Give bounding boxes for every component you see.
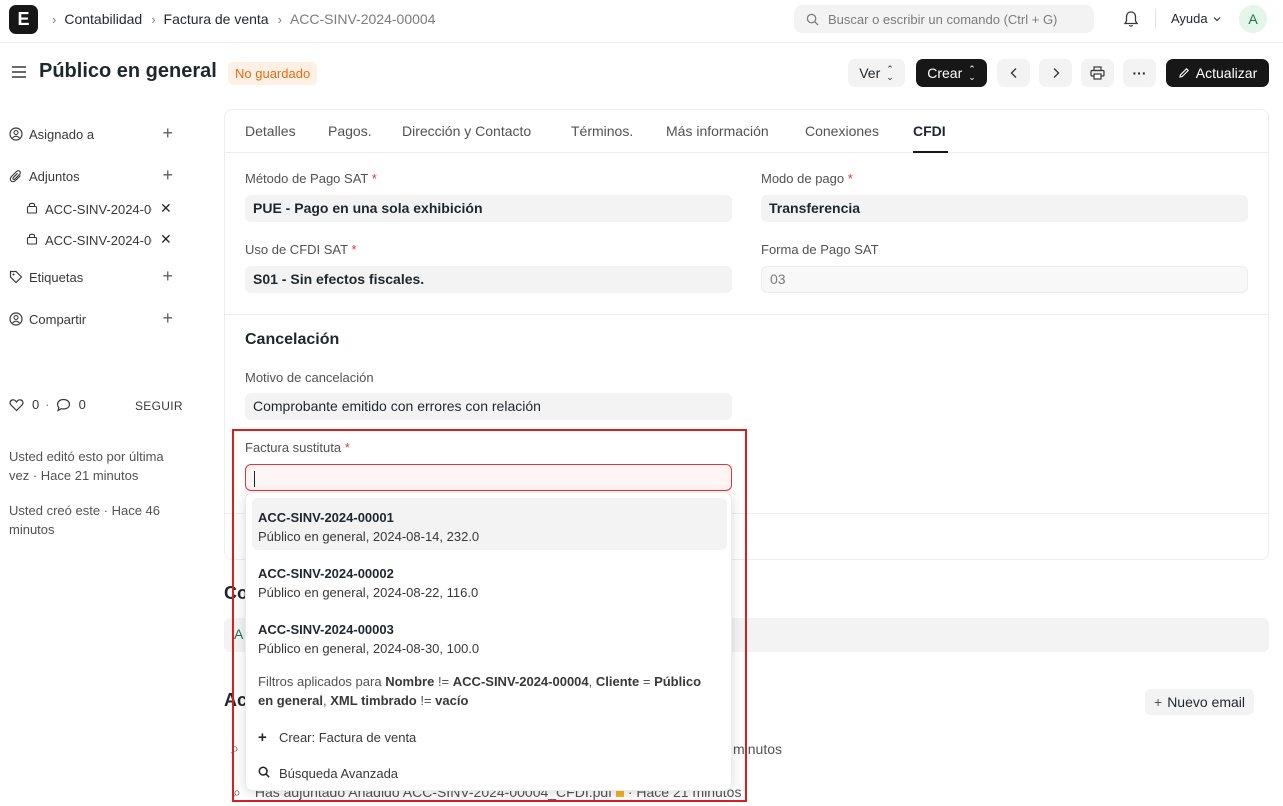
tab-terminos[interactable]: Términos.	[571, 123, 633, 139]
breadcrumb-current-doc[interactable]: ACC-SINV-2024-00004	[290, 11, 436, 27]
forma-pago-label: Forma de Pago SAT	[761, 242, 879, 257]
modo-pago-field[interactable]: Transferencia	[761, 195, 1248, 222]
sidebar-share-label: Compartir	[29, 311, 87, 327]
tab-direccion-contacto[interactable]: Dirección y Contacto	[402, 123, 531, 139]
required-mark: *	[351, 242, 357, 257]
comments-count: 0	[78, 397, 86, 412]
hamburger-icon[interactable]	[11, 64, 27, 83]
pencil-icon	[1179, 68, 1189, 78]
paperclip-icon	[9, 170, 21, 183]
view-button-label: Ver	[859, 65, 881, 81]
bell-icon[interactable]	[1123, 10, 1139, 31]
chevron-right-icon: ›	[151, 11, 156, 27]
likes-count: 0	[32, 397, 40, 412]
breadcrumb-factura-venta[interactable]: Factura de venta	[164, 11, 269, 27]
separator-dot: ·	[45, 397, 50, 412]
lock-icon	[26, 232, 38, 248]
tab-conexiones[interactable]: Conexiones	[805, 123, 879, 139]
plus-icon: +	[1154, 694, 1163, 710]
add-assignee-button[interactable]: +	[162, 124, 173, 142]
breadcrumb-contabilidad[interactable]: Contabilidad	[64, 11, 142, 27]
attachment-name: ACC-SINV-2024-00004	[45, 232, 152, 248]
search-input[interactable]: Buscar o escribir un comando (Ctrl + G)	[794, 5, 1094, 33]
attachment-item[interactable]: ACC-SINV-2024-00004 ✕	[26, 231, 176, 249]
sidebar-tags[interactable]: Etiquetas +	[9, 267, 179, 287]
search-icon	[806, 13, 819, 26]
sidebar-attachments[interactable]: Adjuntos +	[9, 166, 179, 186]
remove-attachment-icon[interactable]: ✕	[160, 231, 172, 248]
previous-doc-button[interactable]	[997, 59, 1030, 87]
app-logo[interactable]: E	[9, 5, 38, 34]
next-doc-button[interactable]	[1039, 59, 1072, 87]
chevron-down-icon	[1213, 16, 1221, 21]
navbar-divider	[1155, 9, 1156, 29]
sidebar-share[interactable]: Compartir +	[9, 309, 179, 329]
sidebar-attachments-label: Adjuntos	[29, 168, 80, 184]
follow-button[interactable]: SEGUIR	[135, 399, 183, 413]
new-email-label: Nuevo email	[1167, 694, 1246, 710]
tab-mas-informacion[interactable]: Más información	[666, 123, 769, 139]
chevron-left-icon	[1010, 68, 1016, 78]
uso-cfdi-label: Uso de CFDI SAT *	[245, 242, 357, 257]
remove-attachment-icon[interactable]: ✕	[160, 200, 172, 217]
breadcrumb: › Contabilidad › Factura de venta › ACC-…	[52, 0, 444, 38]
add-attachment-button[interactable]: +	[162, 166, 173, 184]
sidebar-assigned-label: Asignado a	[29, 126, 95, 142]
required-mark: *	[371, 171, 377, 186]
tab-pagos[interactable]: Pagos.	[328, 123, 372, 139]
tab-detalles[interactable]: Detalles	[245, 123, 296, 139]
more-actions-button[interactable]: ···	[1123, 59, 1156, 87]
heart-icon[interactable]	[9, 398, 24, 412]
sidebar-assigned[interactable]: Asignado a +	[9, 124, 179, 144]
updown-icon: ⌃ ⌄	[968, 64, 976, 82]
view-button[interactable]: Ver ⌃ ⌄	[848, 59, 905, 87]
create-button[interactable]: Crear ⌃ ⌄	[916, 59, 987, 87]
user-add-icon	[9, 127, 23, 141]
chevron-right-icon	[1053, 68, 1059, 78]
status-badge: No guardado	[228, 62, 318, 85]
add-tag-button[interactable]: +	[162, 267, 173, 285]
chevron-right-icon: ›	[52, 11, 57, 27]
highlight-frame	[232, 429, 747, 802]
avatar[interactable]: A	[1239, 5, 1267, 33]
lock-icon	[26, 201, 38, 217]
page-title: Público en general	[39, 60, 217, 82]
motivo-cancelacion-field[interactable]: Comprobante emitido con errores con rela…	[245, 393, 732, 420]
forma-pago-field: 03	[761, 266, 1248, 293]
likes-comments-row: 0 · 0 SEGUIR	[9, 397, 183, 413]
tag-icon	[9, 270, 23, 284]
section-divider	[225, 314, 1268, 315]
chevron-right-icon: ›	[277, 11, 282, 27]
help-menu[interactable]: Ayuda	[1171, 11, 1222, 26]
top-navbar: E › Contabilidad › Factura de venta › AC…	[0, 0, 1283, 43]
create-button-label: Crear	[927, 65, 963, 81]
motivo-cancelacion-label: Motivo de cancelación	[245, 370, 374, 385]
edited-note: Usted editó esto por última vez · Hace 2…	[9, 449, 164, 483]
new-email-button[interactable]: + Nuevo email	[1145, 689, 1255, 715]
printer-icon	[1090, 66, 1105, 80]
created-note: Usted creó este · Hace 46 minutos	[9, 503, 161, 537]
comment-icon[interactable]	[56, 398, 71, 412]
search-placeholder: Buscar o escribir un comando (Ctrl + G)	[828, 11, 1058, 27]
sidebar-tags-label: Etiquetas	[29, 269, 84, 285]
attachment-item[interactable]: ACC-SINV-2024-00004 ✕	[26, 200, 176, 218]
metodo-pago-field[interactable]: PUE - Pago en una sola exhibición	[245, 195, 732, 222]
tab-cfdi[interactable]: CFDI	[913, 123, 946, 139]
active-tab-indicator	[913, 151, 948, 153]
update-button[interactable]: Actualizar	[1166, 59, 1269, 87]
help-label: Ayuda	[1171, 11, 1208, 26]
attachment-name: ACC-SINV-2024-00004	[45, 201, 152, 217]
print-button[interactable]	[1081, 59, 1114, 87]
share-user-icon	[9, 312, 23, 326]
uso-cfdi-field[interactable]: S01 - Sin efectos fiscales.	[245, 266, 732, 293]
cancelacion-section-title: Cancelación	[245, 331, 340, 348]
add-share-button[interactable]: +	[162, 309, 173, 327]
updown-icon: ⌃ ⌄	[886, 64, 894, 82]
update-button-label: Actualizar	[1195, 65, 1258, 81]
metodo-pago-label: Método de Pago SAT *	[245, 171, 377, 186]
modo-pago-label: Modo de pago *	[761, 171, 853, 186]
form-tabs: Detalles Pagos. Dirección y Contacto Tér…	[225, 110, 1268, 153]
required-mark: *	[847, 171, 853, 186]
